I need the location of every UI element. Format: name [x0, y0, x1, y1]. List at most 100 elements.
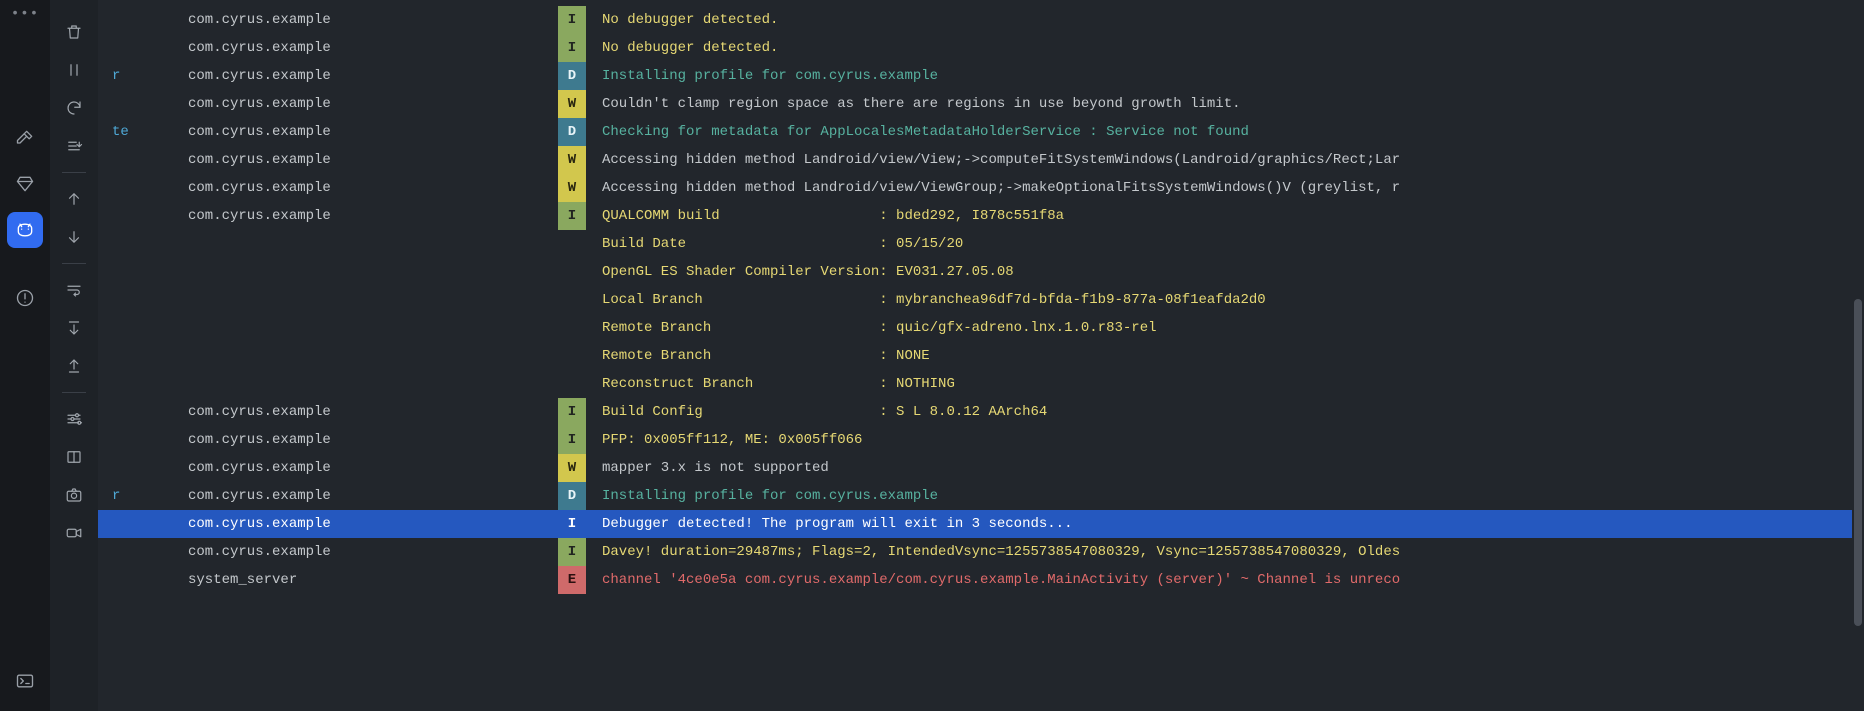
warning-icon[interactable]	[7, 280, 43, 316]
log-package: com.cyrus.example	[188, 426, 558, 454]
log-row[interactable]: tecom.cyrus.exampleDChecking for metadat…	[98, 118, 1852, 146]
log-row[interactable]: com.cyrus.exampleIPFP: 0x005ff112, ME: 0…	[98, 426, 1852, 454]
diamond-icon[interactable]	[7, 166, 43, 202]
vertical-scrollbar[interactable]	[1852, 0, 1864, 711]
soft-wrap-icon[interactable]	[56, 272, 92, 308]
log-row[interactable]: Reconstruct Branch : NOTHING	[98, 370, 1852, 398]
terminal-icon[interactable]	[7, 663, 43, 699]
log-prefix	[98, 286, 188, 314]
refresh-icon[interactable]	[56, 90, 92, 126]
log-package	[188, 314, 558, 342]
log-message: Remote Branch : NONE	[602, 342, 1852, 370]
camera-icon[interactable]	[56, 477, 92, 513]
log-message: Build Config : S L 8.0.12 AArch64	[602, 398, 1852, 426]
log-level-badge: I	[558, 202, 586, 230]
log-row[interactable]: rcom.cyrus.exampleD Installing profile fo…	[98, 482, 1852, 510]
log-level-badge: I	[558, 6, 586, 34]
arrow-up-icon[interactable]	[56, 181, 92, 217]
log-message: Installing profile for com.cyrus.example	[602, 482, 1852, 510]
log-message: Accessing hidden method Landroid/view/Vi…	[602, 146, 1852, 174]
log-message: Debugger detected! The program will exit…	[602, 510, 1852, 538]
logcat-output[interactable]: com.cyrus.exampleINo debugger detected.c…	[98, 0, 1852, 711]
log-row[interactable]: rcom.cyrus.exampleDInstalling profile fo…	[98, 62, 1852, 90]
export-icon[interactable]	[56, 348, 92, 384]
log-row[interactable]: Remote Branch : NONE	[98, 342, 1852, 370]
log-row[interactable]: system_serverEchannel '4ce0e5a com.cyrus…	[98, 566, 1852, 594]
log-prefix	[98, 314, 188, 342]
log-level-badge: I	[558, 510, 586, 538]
hammer-icon[interactable]	[7, 120, 43, 156]
log-message: PFP: 0x005ff112, ME: 0x005ff066	[602, 426, 1852, 454]
import-icon[interactable]	[56, 310, 92, 346]
log-prefix	[98, 342, 188, 370]
more-dots-icon[interactable]: •••	[11, 6, 39, 22]
log-package: com.cyrus.example	[188, 482, 558, 510]
log-message: Local Branch : mybranchea96df7d-bfda-f1b…	[602, 286, 1852, 314]
log-package: system_server	[188, 566, 558, 594]
log-package: com.cyrus.example	[188, 174, 558, 202]
settings-icon[interactable]	[56, 401, 92, 437]
log-prefix: r	[98, 482, 188, 510]
log-row[interactable]: com.cyrus.exampleW Accessing hidden metho…	[98, 146, 1852, 174]
scroll-to-end-icon[interactable]	[56, 128, 92, 164]
log-level-badge: I	[558, 398, 586, 426]
log-package: com.cyrus.example	[188, 398, 558, 426]
log-row[interactable]: com.cyrus.exampleI QUALCOMM build : bded2…	[98, 202, 1852, 230]
log-prefix	[98, 230, 188, 258]
log-package	[188, 286, 558, 314]
log-row[interactable]: com.cyrus.exampleI No debugger detected.	[98, 6, 1852, 34]
log-message: QUALCOMM build : bded292, I878c551f8a	[602, 202, 1852, 230]
log-prefix	[98, 90, 188, 118]
log-row[interactable]: com.cyrus.exampleINo debugger detected.	[98, 34, 1852, 62]
log-message: No debugger detected.	[602, 34, 1852, 62]
video-icon[interactable]	[56, 515, 92, 551]
log-row[interactable]: com.cyrus.exampleW Accessing hidden metho…	[98, 174, 1852, 202]
log-prefix	[98, 258, 188, 286]
log-package: com.cyrus.example	[188, 6, 558, 34]
log-package: com.cyrus.example	[188, 90, 558, 118]
log-prefix	[98, 6, 188, 34]
log-message: Installing profile for com.cyrus.example	[602, 62, 1852, 90]
log-package: com.cyrus.example	[188, 34, 558, 62]
log-level-badge	[558, 258, 586, 286]
log-level-badge	[558, 370, 586, 398]
log-package: com.cyrus.example	[188, 146, 558, 174]
log-level-badge: D	[558, 62, 586, 90]
log-level-badge: W	[558, 90, 586, 118]
log-package: com.cyrus.example	[188, 202, 558, 230]
log-level-badge: W	[558, 174, 586, 202]
logcat-icon[interactable]	[7, 212, 43, 248]
log-message: Davey! duration=29487ms; Flags=2, Intend…	[602, 538, 1852, 566]
log-level-badge: D	[558, 482, 586, 510]
log-prefix	[98, 426, 188, 454]
log-row[interactable]: Local Branch : mybranchea96df7d-bfda-f1b…	[98, 286, 1852, 314]
log-message: Accessing hidden method Landroid/view/Vi…	[602, 174, 1852, 202]
log-row[interactable]: com.cyrus.exampleWCouldn't clamp region …	[98, 90, 1852, 118]
log-row[interactable]: com.cyrus.exampleI Build Config : S L 8.0…	[98, 398, 1852, 426]
trash-icon[interactable]	[56, 14, 92, 50]
log-row[interactable]: Remote Branch : quic/gfx-adreno.lnx.1.0.…	[98, 314, 1852, 342]
log-row[interactable]: OpenGL ES Shader Compiler Version: EV031…	[98, 258, 1852, 286]
log-message: channel '4ce0e5a com.cyrus.example/com.c…	[602, 566, 1852, 594]
pause-icon[interactable]	[56, 52, 92, 88]
log-message: Reconstruct Branch : NOTHING	[602, 370, 1852, 398]
log-message: mapper 3.x is not supported	[602, 454, 1852, 482]
scroll-thumb[interactable]	[1854, 299, 1862, 626]
log-row[interactable]: Build Date : 05/15/20	[98, 230, 1852, 258]
split-icon[interactable]	[56, 439, 92, 475]
log-row[interactable]: com.cyrus.exampleWmapper 3.x is not supp…	[98, 454, 1852, 482]
log-level-badge	[558, 314, 586, 342]
log-prefix	[98, 370, 188, 398]
arrow-down-icon[interactable]	[56, 219, 92, 255]
log-row[interactable]: com.cyrus.exampleIDavey! duration=29487m…	[98, 538, 1852, 566]
log-row[interactable]: com.cyrus.exampleIDebugger detected! The…	[98, 510, 1852, 538]
log-prefix	[98, 202, 188, 230]
log-message: No debugger detected.	[602, 6, 1852, 34]
log-level-badge: W	[558, 146, 586, 174]
log-prefix	[98, 174, 188, 202]
log-prefix: te	[98, 118, 188, 146]
log-package: com.cyrus.example	[188, 538, 558, 566]
log-package: com.cyrus.example	[188, 454, 558, 482]
log-prefix: r	[98, 62, 188, 90]
log-toolbar	[50, 0, 98, 711]
